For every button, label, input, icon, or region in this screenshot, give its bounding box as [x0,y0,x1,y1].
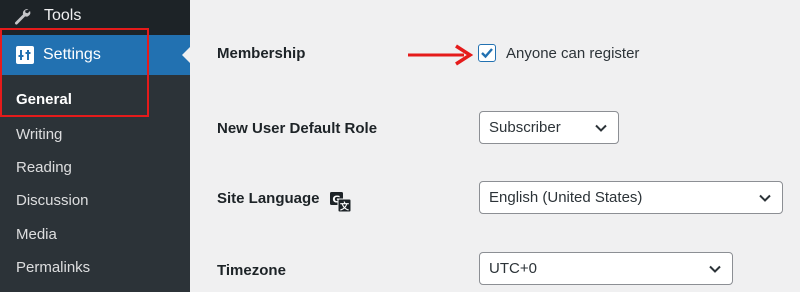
timezone-select[interactable]: UTC+0 [479,252,733,285]
submenu-item-writing[interactable]: Writing [16,126,62,143]
timezone-label: Timezone [217,262,286,279]
chevron-down-icon [709,265,721,273]
site-language-label: Site Language [217,190,320,207]
default-role-value: Subscriber [489,119,561,136]
timezone-value: UTC+0 [489,260,537,277]
submenu-item-media[interactable]: Media [16,226,57,243]
chevron-down-icon [759,194,771,202]
submenu-item-discussion[interactable]: Discussion [16,192,89,209]
site-language-value: English (United States) [489,189,643,206]
anyone-can-register-checkbox[interactable] [478,44,496,62]
current-menu-pointer [182,47,190,63]
svg-text:文: 文 [339,201,350,213]
translation-icon: G 文 [330,192,352,212]
anyone-can-register-label[interactable]: Anyone can register [506,45,639,62]
site-language-select[interactable]: English (United States) [479,181,783,214]
annotation-highlight-box [0,28,149,117]
default-role-select[interactable]: Subscriber [479,111,619,144]
submenu-item-permalinks[interactable]: Permalinks [16,259,90,276]
menu-item-tools-label: Tools [44,7,82,24]
checkmark-icon [481,48,493,59]
membership-label: Membership [217,45,306,62]
annotation-arrow-icon [408,44,474,66]
default-role-label: New User Default Role [217,120,378,137]
wrench-icon [12,6,32,26]
submenu-item-reading[interactable]: Reading [16,159,72,176]
chevron-down-icon [595,124,607,132]
